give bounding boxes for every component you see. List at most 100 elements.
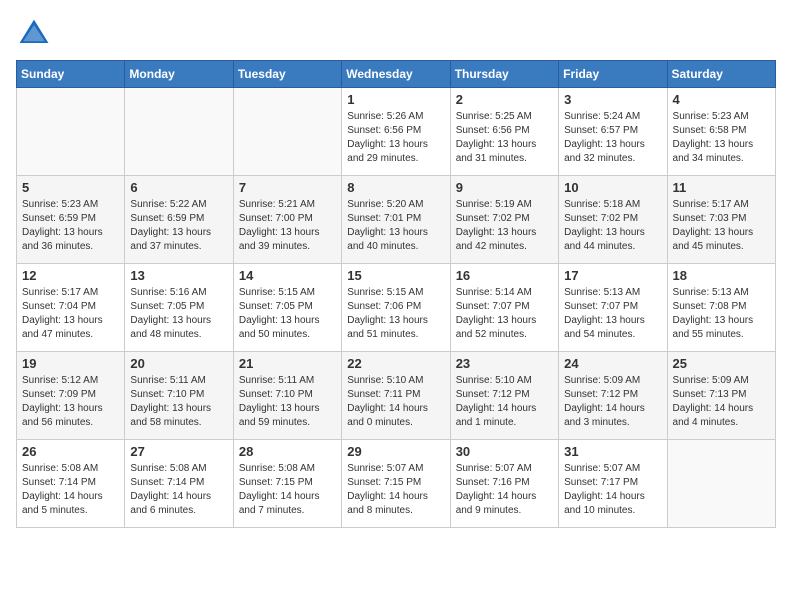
day-number: 30 (456, 444, 553, 459)
day-number: 7 (239, 180, 336, 195)
calendar-cell: 6Sunrise: 5:22 AM Sunset: 6:59 PM Daylig… (125, 176, 233, 264)
cell-info: Sunrise: 5:08 AM Sunset: 7:15 PM Dayligh… (239, 462, 336, 518)
calendar-body: 1 Sunrise: 5:26 AM Sunset: 6:56 PM Daylig… (17, 88, 776, 528)
day-number: 19 (22, 356, 119, 371)
week-row-4: 19 Sunrise: 5:12 AM Sunset: 7:09 PM Dayli… (17, 352, 776, 440)
cell-info: Sunrise: 5:07 AM Sunset: 7:17 PM Dayligh… (564, 462, 661, 518)
calendar-cell: 28 Sunrise: 5:08 AM Sunset: 7:15 PM Dayli… (233, 440, 341, 528)
cell-info: Sunrise: 5:18 AM Sunset: 7:02 PM Dayligh… (564, 198, 661, 254)
day-number: 5 (22, 180, 119, 195)
day-number: 24 (564, 356, 661, 371)
day-number: 27 (130, 444, 227, 459)
cell-info: Sunrise: 5:15 AM Sunset: 7:05 PM Dayligh… (239, 286, 336, 342)
day-number: 15 (347, 268, 444, 283)
cell-info: Sunrise: 5:15 AM Sunset: 7:06 PM Dayligh… (347, 286, 444, 342)
cell-info: Sunrise: 5:09 AM Sunset: 7:12 PM Dayligh… (564, 374, 661, 430)
cell-info: Sunrise: 5:11 AM Sunset: 7:10 PM Dayligh… (130, 374, 227, 430)
cell-info: Sunrise: 5:12 AM Sunset: 7:09 PM Dayligh… (22, 374, 119, 430)
calendar-cell: 25Sunrise: 5:09 AM Sunset: 7:13 PM Dayli… (667, 352, 775, 440)
cell-info: Sunrise: 5:07 AM Sunset: 7:15 PM Dayligh… (347, 462, 444, 518)
day-number: 6 (130, 180, 227, 195)
cell-info: Sunrise: 5:11 AM Sunset: 7:10 PM Dayligh… (239, 374, 336, 430)
calendar-cell: 5 Sunrise: 5:23 AM Sunset: 6:59 PM Daylig… (17, 176, 125, 264)
calendar-cell: 10 Sunrise: 5:18 AM Sunset: 7:02 PM Dayli… (559, 176, 667, 264)
day-number: 18 (673, 268, 770, 283)
calendar-cell: 31 Sunrise: 5:07 AM Sunset: 7:17 PM Dayli… (559, 440, 667, 528)
cell-info: Sunrise: 5:20 AM Sunset: 7:01 PM Dayligh… (347, 198, 444, 254)
day-number: 13 (130, 268, 227, 283)
cell-info: Sunrise: 5:14 AM Sunset: 7:07 PM Dayligh… (456, 286, 553, 342)
cell-info: Sunrise: 5:08 AM Sunset: 7:14 PM Dayligh… (130, 462, 227, 518)
calendar-cell: 26 Sunrise: 5:08 AM Sunset: 7:14 PM Dayli… (17, 440, 125, 528)
day-number: 29 (347, 444, 444, 459)
cell-info: Sunrise: 5:24 AM Sunset: 6:57 PM Dayligh… (564, 110, 661, 166)
header-cell-saturday: Saturday (667, 61, 775, 88)
header-cell-friday: Friday (559, 61, 667, 88)
cell-info: Sunrise: 5:21 AM Sunset: 7:00 PM Dayligh… (239, 198, 336, 254)
cell-info: Sunrise: 5:13 AM Sunset: 7:08 PM Dayligh… (673, 286, 770, 342)
cell-info: Sunrise: 5:16 AM Sunset: 7:05 PM Dayligh… (130, 286, 227, 342)
logo-icon (16, 16, 52, 52)
calendar-cell (233, 88, 341, 176)
calendar-cell: 1 Sunrise: 5:26 AM Sunset: 6:56 PM Daylig… (342, 88, 450, 176)
calendar-cell: 15 Sunrise: 5:15 AM Sunset: 7:06 PM Dayli… (342, 264, 450, 352)
day-number: 14 (239, 268, 336, 283)
day-number: 31 (564, 444, 661, 459)
cell-info: Sunrise: 5:10 AM Sunset: 7:11 PM Dayligh… (347, 374, 444, 430)
day-number: 2 (456, 92, 553, 107)
calendar-cell (125, 88, 233, 176)
calendar-cell (17, 88, 125, 176)
calendar-cell: 7 Sunrise: 5:21 AM Sunset: 7:00 PM Daylig… (233, 176, 341, 264)
cell-info: Sunrise: 5:23 AM Sunset: 6:59 PM Dayligh… (22, 198, 119, 254)
day-number: 4 (673, 92, 770, 107)
calendar-cell: 3 Sunrise: 5:24 AM Sunset: 6:57 PM Daylig… (559, 88, 667, 176)
calendar-cell: 13 Sunrise: 5:16 AM Sunset: 7:05 PM Dayli… (125, 264, 233, 352)
day-number: 22 (347, 356, 444, 371)
logo (16, 16, 56, 52)
day-number: 11 (673, 180, 770, 195)
header-cell-tuesday: Tuesday (233, 61, 341, 88)
day-number: 20 (130, 356, 227, 371)
week-row-5: 26 Sunrise: 5:08 AM Sunset: 7:14 PM Dayli… (17, 440, 776, 528)
day-number: 28 (239, 444, 336, 459)
week-row-2: 5 Sunrise: 5:23 AM Sunset: 6:59 PM Daylig… (17, 176, 776, 264)
calendar-cell: 2 Sunrise: 5:25 AM Sunset: 6:56 PM Daylig… (450, 88, 558, 176)
day-number: 10 (564, 180, 661, 195)
header-cell-thursday: Thursday (450, 61, 558, 88)
day-number: 12 (22, 268, 119, 283)
calendar-cell: 19 Sunrise: 5:12 AM Sunset: 7:09 PM Dayli… (17, 352, 125, 440)
cell-info: Sunrise: 5:17 AM Sunset: 7:04 PM Dayligh… (22, 286, 119, 342)
day-number: 21 (239, 356, 336, 371)
day-number: 9 (456, 180, 553, 195)
day-number: 1 (347, 92, 444, 107)
header-row: SundayMondayTuesdayWednesdayThursdayFrid… (17, 61, 776, 88)
cell-info: Sunrise: 5:26 AM Sunset: 6:56 PM Dayligh… (347, 110, 444, 166)
day-number: 26 (22, 444, 119, 459)
calendar-cell: 14 Sunrise: 5:15 AM Sunset: 7:05 PM Dayli… (233, 264, 341, 352)
cell-info: Sunrise: 5:17 AM Sunset: 7:03 PM Dayligh… (673, 198, 770, 254)
calendar-cell: 23 Sunrise: 5:10 AM Sunset: 7:12 PM Dayli… (450, 352, 558, 440)
day-number: 25 (673, 356, 770, 371)
day-number: 23 (456, 356, 553, 371)
calendar-table: SundayMondayTuesdayWednesdayThursdayFrid… (16, 60, 776, 528)
calendar-cell: 21 Sunrise: 5:11 AM Sunset: 7:10 PM Dayli… (233, 352, 341, 440)
day-number: 8 (347, 180, 444, 195)
day-number: 16 (456, 268, 553, 283)
header-cell-monday: Monday (125, 61, 233, 88)
cell-info: Sunrise: 5:19 AM Sunset: 7:02 PM Dayligh… (456, 198, 553, 254)
week-row-1: 1 Sunrise: 5:26 AM Sunset: 6:56 PM Daylig… (17, 88, 776, 176)
calendar-cell: 22 Sunrise: 5:10 AM Sunset: 7:11 PM Dayli… (342, 352, 450, 440)
cell-info: Sunrise: 5:10 AM Sunset: 7:12 PM Dayligh… (456, 374, 553, 430)
cell-info: Sunrise: 5:08 AM Sunset: 7:14 PM Dayligh… (22, 462, 119, 518)
calendar-cell: 29 Sunrise: 5:07 AM Sunset: 7:15 PM Dayli… (342, 440, 450, 528)
calendar-cell (667, 440, 775, 528)
calendar-cell: 12 Sunrise: 5:17 AM Sunset: 7:04 PM Dayli… (17, 264, 125, 352)
day-number: 3 (564, 92, 661, 107)
header-cell-sunday: Sunday (17, 61, 125, 88)
page-header (16, 16, 776, 52)
calendar-cell: 4Sunrise: 5:23 AM Sunset: 6:58 PM Daylig… (667, 88, 775, 176)
header-cell-wednesday: Wednesday (342, 61, 450, 88)
cell-info: Sunrise: 5:25 AM Sunset: 6:56 PM Dayligh… (456, 110, 553, 166)
week-row-3: 12 Sunrise: 5:17 AM Sunset: 7:04 PM Dayli… (17, 264, 776, 352)
cell-info: Sunrise: 5:13 AM Sunset: 7:07 PM Dayligh… (564, 286, 661, 342)
